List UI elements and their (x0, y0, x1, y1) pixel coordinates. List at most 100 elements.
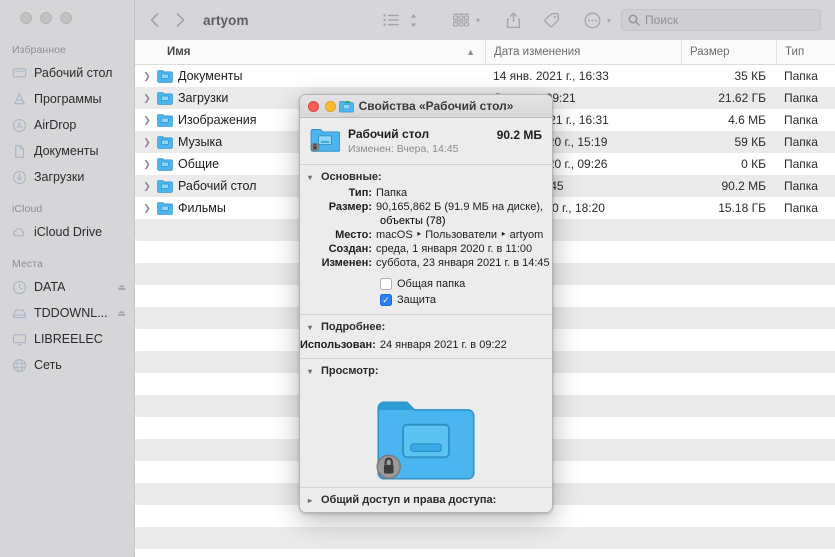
folder-icon (157, 113, 173, 127)
sidebar-item-рабочий-стол[interactable]: Рабочий стол (0, 60, 134, 86)
chevron-right-icon[interactable]: ▸ (308, 496, 316, 505)
info-field-value-cont: объекты (78) (380, 215, 446, 227)
dialog-body: Рабочий стол Изменен: Вчера, 14:45 90.2 … (300, 118, 552, 487)
finder-window-controls[interactable] (0, 0, 134, 40)
display-icon (12, 332, 27, 347)
chevron-down-icon[interactable]: ▾ (308, 323, 316, 332)
checkbox-label: Общая папка (397, 278, 466, 290)
sidebar-item-icloud-drive[interactable]: iCloud Drive (0, 219, 134, 245)
cell-size: 15.18 ГБ (718, 201, 766, 215)
checkbox[interactable] (380, 278, 392, 290)
sidebar-item-загрузки[interactable]: Загрузки (0, 164, 134, 190)
back-button[interactable] (141, 7, 167, 33)
cell-name[interactable]: ❯ Документы (135, 69, 485, 83)
cell-size: 90.2 МБ (721, 179, 766, 193)
chevron-right-icon[interactable]: ❯ (142, 115, 152, 126)
info-field: Изменен: суббота, 23 января 2021 г. в 14… (300, 256, 552, 270)
empty-list-row (135, 527, 835, 549)
checkbox[interactable]: ✓ (380, 294, 392, 306)
eject-icon[interactable]: ⏏ (117, 282, 126, 293)
info-item-name: Рабочий стол (348, 127, 430, 141)
forward-button[interactable] (167, 7, 193, 33)
section-general-header[interactable]: ▾ Основные: (300, 169, 552, 186)
cell-kind: Папка (784, 69, 818, 83)
group-by-control[interactable]: ▾ (448, 7, 480, 33)
section-preview-header[interactable]: ▾ Просмотр: (300, 363, 552, 380)
chevron-right-icon[interactable]: ❯ (142, 203, 152, 214)
desktop-folder-locked-large-icon (376, 398, 476, 487)
documents-icon (12, 144, 27, 159)
external-disk-icon (12, 306, 27, 321)
preview-area (300, 380, 552, 487)
list-view-icon[interactable] (379, 7, 404, 33)
info-field-key: Размер: (328, 201, 372, 213)
sidebar-item-libreelec[interactable]: LIBREELEC (0, 326, 134, 352)
sidebar-group-spacer (0, 245, 134, 254)
sidebar-item-label: iCloud Drive (34, 225, 103, 239)
sidebar-item-data[interactable]: DATA ⏏ (0, 274, 134, 300)
airdrop-icon (12, 118, 27, 133)
view-controls[interactable] (379, 7, 422, 33)
checkbox-row[interactable]: ✓ Защита (300, 292, 552, 308)
column-header-size[interactable]: Размер (681, 40, 776, 64)
column-header-kind[interactable]: Тип (776, 40, 835, 64)
chevron-right-icon[interactable]: ❯ (142, 137, 152, 148)
sidebar-item-label: Рабочий стол (34, 66, 113, 80)
chevron-down-icon[interactable]: ▾ (308, 173, 316, 182)
file-name: Изображения (178, 113, 257, 127)
chevron-right-icon[interactable]: ❯ (142, 93, 152, 104)
cell-size: 35 КБ (734, 69, 766, 83)
cell-size: 21.62 ГБ (718, 91, 766, 105)
share-icon[interactable] (502, 7, 525, 33)
sidebar-item-label: Документы (34, 144, 99, 158)
sidebar-item-airdrop[interactable]: AirDrop (0, 112, 134, 138)
chevron-down-icon[interactable]: ▾ (476, 16, 480, 25)
chevron-down-icon[interactable]: ▾ (308, 367, 316, 376)
sidebar-item-программы[interactable]: Программы (0, 86, 134, 112)
dialog-titlebar[interactable]: Свойства «Рабочий стол» (300, 95, 552, 118)
section-more-header[interactable]: ▾ Подробнее: (300, 319, 552, 336)
cell-kind: Папка (784, 135, 818, 149)
ellipsis-circle-icon[interactable] (580, 7, 605, 33)
zoom-button[interactable] (60, 12, 72, 24)
column-header-date-modified[interactable]: Дата изменения (485, 40, 681, 64)
cell-kind: Папка (784, 157, 818, 171)
applications-icon (12, 92, 27, 107)
tag-icon[interactable] (539, 7, 564, 33)
info-field-value: 24 января 2021 г. в 09:22 (379, 339, 507, 351)
file-name: Фильмы (178, 201, 226, 215)
chevron-right-icon[interactable]: ❯ (142, 181, 152, 192)
sidebar-item-сеть[interactable]: Сеть (0, 352, 134, 378)
cell-size: 59 КБ (734, 135, 766, 149)
sidebar-item-tddownl[interactable]: TDDOWNL... ⏏ (0, 300, 134, 326)
chevron-right-icon[interactable]: ❯ (142, 159, 152, 170)
chevron-right-icon[interactable]: ❯ (142, 71, 152, 82)
downloads-icon (12, 170, 27, 185)
file-name: Рабочий стол (178, 179, 257, 193)
folder-icon (157, 201, 173, 215)
more-actions-control[interactable]: ▾ (580, 7, 611, 33)
checkbox-row[interactable]: Общая папка (300, 276, 552, 292)
table-row[interactable]: ❯ Документы 14 янв. 2021 г., 16:33 35 КБ… (135, 65, 835, 87)
cell-date-modified: 14 янв. 2021 г., 16:33 (493, 69, 609, 83)
info-field-value: Папка (376, 187, 408, 199)
checkbox-label: Защита (397, 294, 436, 306)
eject-icon[interactable]: ⏏ (117, 308, 126, 319)
info-field-value: суббота, 23 января 2021 г. в 14:45 (376, 257, 550, 269)
search-input[interactable]: Поиск (621, 9, 821, 31)
info-item-modified: Изменен: Вчера, 14:45 (348, 143, 459, 155)
column-header-name[interactable]: Имя ▲ (135, 40, 485, 64)
close-button[interactable] (20, 12, 32, 24)
minimize-button[interactable] (40, 12, 52, 24)
sidebar-group-title: iCloud (12, 203, 43, 215)
folder-icon (157, 179, 173, 193)
sort-updown-icon[interactable] (405, 7, 422, 33)
group-by-icon[interactable] (448, 7, 474, 33)
sidebar-item-документы[interactable]: Документы (0, 138, 134, 164)
chevron-down-icon[interactable]: ▾ (607, 16, 611, 25)
section-sharing-header[interactable]: ▸ Общий доступ и права доступа: (300, 487, 552, 512)
folder-icon (157, 69, 173, 83)
chevron-up-icon: ▲ (466, 47, 475, 57)
cell-kind: Папка (784, 201, 818, 215)
info-header: Рабочий стол Изменен: Вчера, 14:45 90.2 … (300, 118, 552, 165)
